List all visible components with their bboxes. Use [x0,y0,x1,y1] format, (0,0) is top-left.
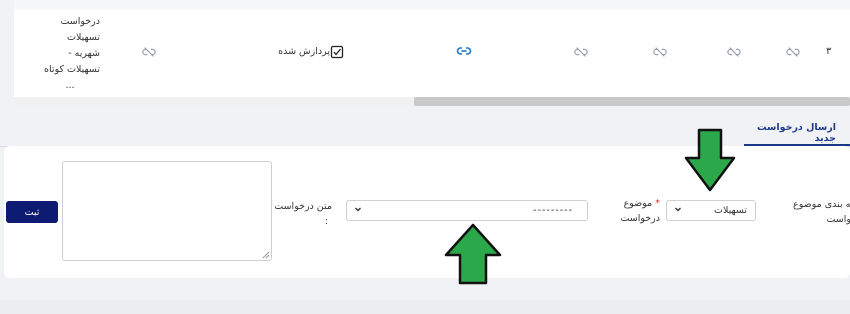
row-number: ۳ [826,46,832,57]
request-title-line: تسهیلات کوتاه [44,64,100,75]
category-label: طبقه بندی موضوع درخواست [786,197,850,227]
request-title-line: ... [65,80,75,91]
subject-label-line: موضوع [623,198,653,209]
required-mark: * [655,198,660,209]
unlink-icon [786,44,800,58]
requests-table [14,0,850,106]
subject-select-value: --------- [533,205,573,216]
request-title-line: درخواست [60,16,100,27]
request-text-area[interactable] [62,161,272,261]
request-text-label-line: : [324,216,328,227]
arrow-up-icon [444,223,502,285]
request-title-line: شهریه - [68,48,100,59]
request-text-label: متن درخواست : [270,199,332,229]
horizontal-scrollbar-thumb[interactable] [414,97,850,106]
attachment-link-icon[interactable] [456,43,472,59]
category-label-line: درخواست [826,214,850,225]
category-select-value: تسهیلات [714,205,747,216]
submit-button[interactable]: ثبت [6,201,58,223]
resize-grip-icon[interactable] [260,249,270,259]
subject-label-line: درخواست [620,213,660,224]
tab-new-request[interactable]: ارسال درخواست جدید [744,122,850,146]
category-label-line: طبقه بندی موضوع [793,199,850,210]
chevron-down-icon [675,207,681,212]
request-text-label-line: متن درخواست [274,201,332,212]
page-bottom-band [0,300,850,314]
request-title-line: تسهیلات [67,32,100,43]
chevron-down-icon [355,207,361,212]
status-text: پردازش شده [278,46,330,57]
request-title-cell: درخواست تسهیلات شهریه - تسهیلات کوتاه ..… [40,14,100,94]
checked-checkbox-icon [330,44,344,59]
category-select[interactable]: تسهیلات [666,200,756,221]
unlink-icon [727,44,741,58]
table-top-border [14,0,850,10]
subject-label: * موضوع درخواست [610,196,660,226]
unlink-icon [574,44,588,58]
arrow-down-icon [684,128,736,192]
unlink-icon [653,44,667,58]
subject-select[interactable]: --------- [346,200,588,221]
unlink-icon [142,44,156,58]
